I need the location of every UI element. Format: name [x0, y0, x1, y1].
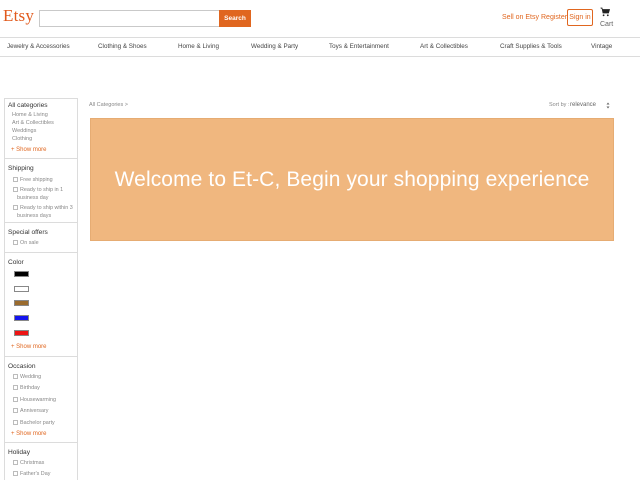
checkbox-label: Father's Day	[20, 471, 51, 477]
cart-icon	[600, 7, 610, 17]
subcategory-link[interactable]: Home & Living	[12, 112, 48, 118]
subcategory-link[interactable]: Clothing	[12, 136, 32, 142]
occasion-title: Occasion	[8, 363, 36, 370]
search-button[interactable]: Search	[219, 10, 251, 27]
occasion-bachelor-party-option[interactable]: Bachelor party	[13, 419, 75, 428]
color-swatch-brown[interactable]	[14, 300, 29, 306]
checkbox[interactable]	[13, 420, 18, 425]
checkbox[interactable]	[13, 460, 18, 465]
color-swatch-blue[interactable]	[14, 315, 29, 321]
checkbox-label: Ready to ship within 3 business days	[17, 205, 73, 219]
color-swatch-black[interactable]	[14, 271, 29, 277]
welcome-banner: Welcome to Et-C, Begin your shopping exp…	[90, 118, 614, 241]
category-wedding-party[interactable]: Wedding & Party	[251, 43, 298, 50]
filter-sidebar: All categories Home & Living Art & Colle…	[4, 98, 78, 480]
shipping-section: Shipping Free shipping Ready to ship in …	[5, 161, 77, 223]
occasion-anniversary-option[interactable]: Anniversary	[13, 407, 75, 416]
shipping-title: Shipping	[8, 165, 34, 172]
ready-to-ship-3-days-option[interactable]: Ready to ship within 3 business days	[13, 204, 75, 221]
special-offers-title: Special offers	[8, 229, 48, 236]
cart-label: Cart	[600, 21, 614, 28]
sell-on-etsy-link[interactable]: Sell on Etsy	[502, 14, 539, 21]
on-sale-option[interactable]: On sale	[13, 239, 75, 248]
category-toys-entertainment[interactable]: Toys & Entertainment	[329, 43, 389, 50]
category-home-living[interactable]: Home & Living	[178, 43, 219, 50]
free-shipping-option[interactable]: Free shipping	[13, 176, 75, 185]
ready-to-ship-1-day-option[interactable]: Ready to ship in 1 business day	[13, 186, 75, 203]
welcome-banner-text: Welcome to Et-C, Begin your shopping exp…	[114, 167, 590, 191]
occasion-section: Occasion Wedding Birthday Housewarming A…	[5, 359, 77, 443]
checkbox-label: Ready to ship in 1 business day	[17, 187, 64, 201]
color-show-more[interactable]: + Show more	[11, 344, 47, 350]
category-vintage[interactable]: Vintage	[591, 43, 612, 50]
top-header: Etsy Search Sell on Etsy Register Sign i…	[0, 0, 640, 36]
holiday-fathers-day-option[interactable]: Father's Day	[13, 470, 75, 479]
occasion-show-more[interactable]: + Show more	[11, 431, 47, 437]
checkbox-label: On sale	[20, 240, 39, 246]
sign-in-button[interactable]: Sign in	[567, 9, 593, 26]
cart-button[interactable]: Cart	[599, 7, 617, 31]
checkbox[interactable]	[13, 408, 18, 413]
color-swatch-red[interactable]	[14, 330, 29, 336]
checkbox[interactable]	[13, 240, 18, 245]
category-clothing-shoes[interactable]: Clothing & Shoes	[98, 43, 147, 50]
checkbox-label: Bachelor party	[20, 420, 55, 426]
color-swatch-white[interactable]	[14, 286, 29, 292]
breadcrumb[interactable]: All Categories >	[89, 102, 128, 108]
holiday-christmas-option[interactable]: Christmas	[13, 459, 75, 468]
category-nav: Jewelry & Accessories Clothing & Shoes H…	[0, 37, 640, 57]
checkbox-label: Free shipping	[20, 177, 53, 183]
checkbox[interactable]	[13, 471, 18, 476]
category-craft-supplies-tools[interactable]: Craft Supplies & Tools	[500, 43, 562, 50]
occasion-birthday-option[interactable]: Birthday	[13, 384, 75, 393]
sort-label: Sort by :	[549, 102, 570, 108]
sort-updown-icon	[606, 102, 610, 109]
categories-show-more[interactable]: + Show more	[11, 147, 47, 153]
checkbox[interactable]	[13, 177, 18, 182]
checkbox[interactable]	[13, 385, 18, 390]
checkbox[interactable]	[13, 397, 18, 402]
special-offers-section: Special offers On sale	[5, 225, 77, 253]
category-art-collectibles[interactable]: Art & Collectibles	[420, 43, 468, 50]
color-title: Color	[8, 259, 24, 266]
subcategory-link[interactable]: Weddings	[12, 128, 36, 134]
occasion-housewarming-option[interactable]: Housewarming	[13, 396, 75, 405]
all-categories-section: All categories Home & Living Art & Colle…	[5, 99, 77, 159]
color-section: Color + Show more	[5, 255, 77, 357]
occasion-wedding-option[interactable]: Wedding	[13, 373, 75, 382]
search-input[interactable]	[39, 10, 220, 27]
checkbox-label: Birthday	[20, 385, 40, 391]
checkbox[interactable]	[13, 374, 18, 379]
checkbox-label: Christmas	[20, 460, 45, 466]
holiday-title: Holiday	[8, 449, 30, 456]
all-categories-title: All categories	[8, 102, 48, 109]
register-link[interactable]: Register	[541, 14, 567, 21]
category-jewelry-accessories[interactable]: Jewelry & Accessories	[7, 43, 70, 50]
checkbox-label: Wedding	[20, 374, 42, 380]
holiday-section: Holiday Christmas Father's Day	[5, 445, 77, 480]
checkbox-label: Anniversary	[20, 408, 49, 414]
subcategory-link[interactable]: Art & Collectibles	[12, 120, 54, 126]
checkbox-label: Housewarming	[20, 397, 56, 403]
etsy-logo[interactable]: Etsy	[3, 6, 34, 26]
